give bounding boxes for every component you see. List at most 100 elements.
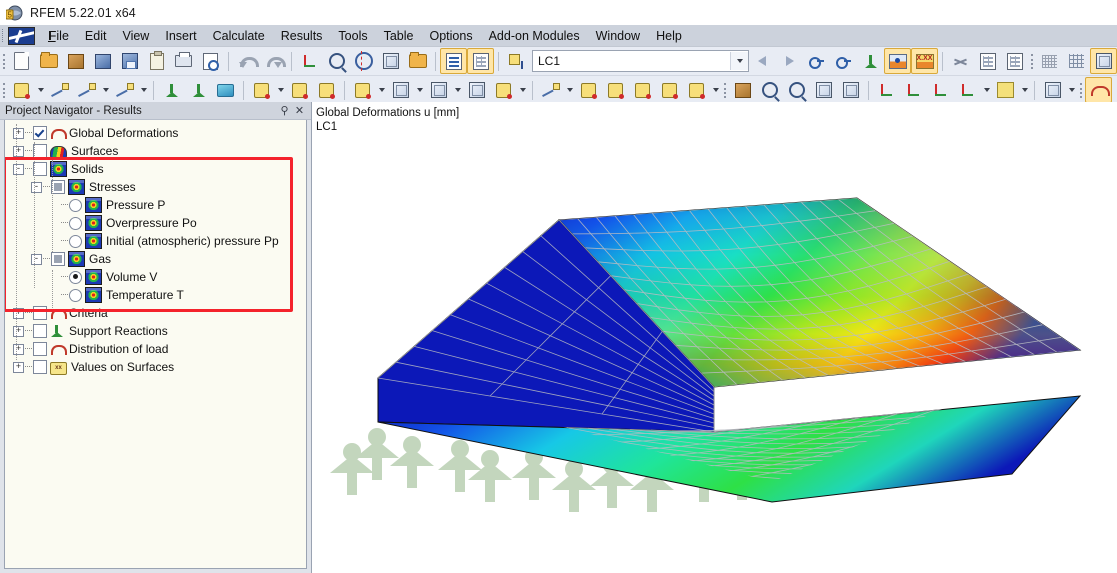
tree-item-stresses[interactable]: - Stresses — [5, 178, 306, 196]
result-axis-button[interactable] — [857, 48, 884, 74]
menu-item-calculate[interactable]: Calculate — [205, 27, 273, 45]
axis-neg-x-button[interactable] — [954, 77, 981, 103]
new-nodal-load-button[interactable] — [537, 77, 564, 103]
tree-item-criteria[interactable]: + Criteria — [5, 304, 306, 322]
printout-report-2-button[interactable] — [1001, 48, 1028, 74]
menu-item-table[interactable]: Table — [376, 27, 422, 45]
tree-item-support-reactions[interactable]: + Support Reactions — [5, 322, 306, 340]
menu-item-edit[interactable]: Edit — [77, 27, 115, 45]
zoom-in-button[interactable] — [756, 77, 783, 103]
member-dropdown[interactable] — [275, 78, 286, 102]
tree-checkbox[interactable] — [33, 342, 47, 356]
save-button[interactable] — [116, 48, 143, 74]
tree-checkbox[interactable] — [51, 180, 65, 194]
menu-item-tools[interactable]: Tools — [330, 27, 375, 45]
tree-radio-button[interactable] — [69, 216, 82, 230]
navigator-tree-container[interactable]: + Global Deformations + Surfaces - Solids - Str… — [4, 120, 307, 569]
new-support-button[interactable] — [158, 77, 185, 103]
menu-item-help[interactable]: Help — [648, 27, 690, 45]
new-free-load-button[interactable] — [683, 77, 710, 103]
tree-item-solids[interactable]: - Solids — [5, 160, 306, 178]
view-iso-button[interactable] — [1090, 48, 1117, 74]
result-values-button[interactable] — [803, 48, 830, 74]
free-load-dropdown[interactable] — [710, 78, 721, 102]
new-member-button[interactable] — [248, 77, 275, 103]
pan-button[interactable] — [729, 77, 756, 103]
close-icon[interactable]: ✕ — [292, 103, 307, 118]
new-cube-button[interactable] — [463, 77, 490, 103]
new-surface-load-button[interactable] — [656, 77, 683, 103]
mesh-button[interactable] — [1036, 48, 1063, 74]
redo-button[interactable] — [260, 48, 287, 74]
view-mode-button[interactable] — [350, 48, 377, 74]
expand-icon[interactable]: + — [13, 307, 24, 319]
model-viewport[interactable]: Global Deformations u [mm] LC1 — [311, 102, 1117, 573]
line-dropdown[interactable] — [100, 78, 111, 102]
new-opening-button[interactable] — [313, 77, 340, 103]
print-button[interactable] — [170, 48, 197, 74]
new-solid-2-button[interactable] — [490, 77, 517, 103]
solid-frame-dropdown[interactable] — [414, 78, 425, 102]
toolbar2-grip[interactable] — [0, 79, 8, 101]
printout-report-button[interactable] — [974, 48, 1001, 74]
tree-checkbox[interactable] — [51, 252, 65, 266]
new-surface-2-button[interactable] — [349, 77, 376, 103]
render-solid-dropdown[interactable] — [1066, 78, 1077, 102]
tree-checkbox[interactable] — [33, 360, 47, 374]
surface-2-dropdown[interactable] — [376, 78, 387, 102]
show-results-button[interactable] — [884, 48, 911, 74]
menu-item-window[interactable]: Window — [588, 27, 648, 45]
solid-dropdown[interactable] — [452, 78, 463, 102]
tree-item-pressure-p[interactable]: Pressure P — [5, 196, 306, 214]
perspective-button[interactable] — [992, 77, 1019, 103]
zoom-all-button[interactable] — [810, 77, 837, 103]
result-diagram-button[interactable] — [830, 48, 857, 74]
expand-icon[interactable]: + — [13, 361, 24, 373]
new-solid-button[interactable] — [425, 77, 452, 103]
display-properties-button[interactable] — [323, 48, 350, 74]
perspective-dropdown[interactable] — [1019, 78, 1030, 102]
new-line-load-button[interactable] — [602, 77, 629, 103]
grid-button[interactable] — [1063, 48, 1090, 74]
new-member-xx-button[interactable] — [286, 77, 313, 103]
table-grid-button[interactable] — [467, 48, 494, 74]
tree-checkbox[interactable] — [33, 306, 47, 320]
collapse-icon[interactable]: - — [31, 253, 42, 265]
clipboard-button[interactable] — [143, 48, 170, 74]
axis-z-button[interactable] — [927, 77, 954, 103]
tree-item-distribution-of-load[interactable]: + Distribution of load — [5, 340, 306, 358]
render-solid-button[interactable] — [1039, 77, 1066, 103]
collapse-icon[interactable]: - — [13, 163, 24, 175]
new-solid-frame-button[interactable] — [387, 77, 414, 103]
new-surface-button[interactable] — [212, 77, 239, 103]
pin-icon[interactable]: ⚲ — [277, 103, 292, 118]
zoom-window-button[interactable] — [837, 77, 864, 103]
expand-icon[interactable]: + — [13, 145, 24, 157]
collapse-icon[interactable]: - — [31, 181, 42, 193]
menu-item-addon-modules[interactable]: Add-on Modules — [481, 27, 588, 45]
tables-button[interactable] — [440, 48, 467, 74]
next-load-case-button[interactable] — [776, 48, 803, 74]
axis-x-button[interactable] — [873, 77, 900, 103]
axis-y-button[interactable] — [900, 77, 927, 103]
menu-item-file[interactable]: FFile — [40, 27, 77, 45]
expand-icon[interactable]: + — [13, 325, 24, 337]
toolbar-grip[interactable] — [0, 50, 8, 72]
new-member-load-button[interactable] — [575, 77, 602, 103]
load-case-combobox[interactable]: LC1 — [532, 50, 749, 72]
menu-item-options[interactable]: Options — [422, 27, 481, 45]
new-line-dim-button[interactable] — [73, 77, 100, 103]
menu-item-results[interactable]: Results — [273, 27, 331, 45]
open-project-button[interactable] — [62, 48, 89, 74]
tree-checkbox[interactable] — [33, 144, 47, 158]
new-file-button[interactable] — [8, 48, 35, 74]
menu-grip[interactable] — [0, 25, 7, 46]
tree-item-overpressure-po[interactable]: Overpressure Po — [5, 214, 306, 232]
menu-item-view[interactable]: View — [114, 27, 157, 45]
tree-item-initial-atmospheric-pressure-pp[interactable]: Initial (atmospheric) pressure Pp — [5, 232, 306, 250]
prev-load-case-button[interactable] — [749, 48, 776, 74]
new-node-button[interactable] — [8, 77, 35, 103]
tree-checkbox[interactable] — [33, 126, 47, 140]
expand-icon[interactable]: + — [13, 127, 24, 139]
axis-dropdown[interactable] — [981, 78, 992, 102]
